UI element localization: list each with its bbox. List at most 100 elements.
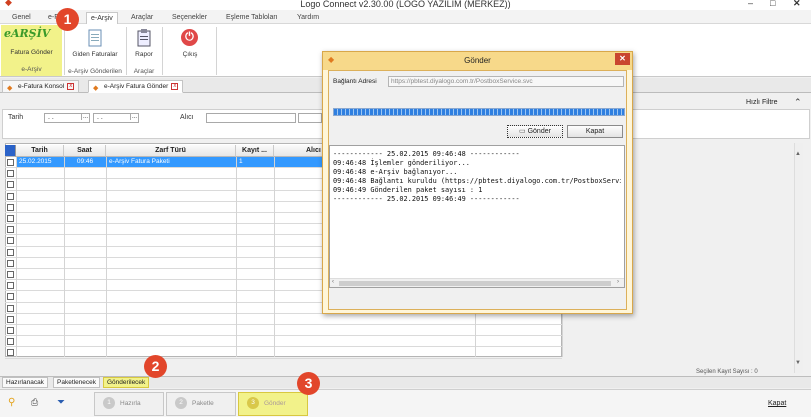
fatura-gonder-label: Fatura Gönder [10, 49, 53, 56]
collapse-icon[interactable]: ⌃ [794, 97, 802, 108]
rapor-label: Rapor [135, 51, 153, 58]
scroll-right-icon[interactable]: › [617, 279, 619, 285]
column-header-kayit[interactable]: Kayıt ... [236, 145, 274, 157]
maximize-icon[interactable]: □ [770, 0, 775, 8]
date-picker-icon[interactable]: ... [80, 114, 88, 120]
filter-alici-label: Alıcı [180, 114, 194, 121]
hazirla-label: Hazırla [120, 400, 141, 407]
tab-gonderilecek[interactable]: Gönderilecek [103, 377, 150, 388]
document-icon [88, 29, 102, 47]
rapor-button[interactable]: Rapor [128, 25, 160, 68]
dialog-title-bar: ◆ Gönder ✕ [323, 52, 632, 70]
row-checkbox[interactable] [7, 293, 14, 301]
paketle-button[interactable]: 2 Paketle [166, 392, 236, 416]
row-checkbox[interactable] [7, 282, 14, 290]
row-checkbox[interactable] [7, 192, 14, 200]
url-field[interactable]: https://pbtest.diyalogo.com.tr/PostboxSe… [388, 76, 624, 87]
row-checkbox[interactable] [7, 349, 14, 357]
row-checkbox[interactable] [7, 248, 14, 256]
group-earsiv-label: e-Arşiv [21, 66, 42, 73]
dialog-close-icon[interactable]: ✕ [615, 53, 630, 65]
row-divider [5, 357, 562, 359]
scroll-up-icon[interactable]: ▲ [795, 151, 801, 157]
menu-tab-araclar[interactable]: Araçlar [127, 12, 157, 24]
hizli-filtre-label[interactable]: Hızlı Filtre [746, 99, 778, 106]
date-picker-icon[interactable]: ... [129, 114, 137, 120]
horizontal-scrollbar[interactable]: ‹ › [330, 278, 624, 287]
menu-tab-genel[interactable]: Genel [8, 12, 35, 24]
app-icon: ◆ [5, 0, 12, 7]
print-icon[interactable]: ⎙ [31, 397, 38, 408]
row-checkbox[interactable] [7, 203, 14, 211]
report-icon [137, 29, 151, 47]
column-divider [106, 157, 107, 357]
tab-hazirlanacak[interactable]: Hazırlanacak [2, 377, 48, 388]
column-header-saat[interactable]: Saat [64, 145, 106, 157]
row-checkbox[interactable] [7, 181, 14, 189]
row-checkbox[interactable] [7, 338, 14, 346]
column-divider [64, 157, 65, 357]
tab-efatura-konsol[interactable]: ◆ e-Fatura Konsol x [2, 80, 80, 93]
send-icon: ▭ [519, 128, 528, 135]
filter-date-start[interactable]: . .... [44, 113, 90, 123]
row-divider [5, 324, 562, 325]
row-checkbox[interactable] [7, 271, 14, 278]
row-checkbox[interactable] [7, 327, 14, 334]
menu-tab-secenekler[interactable]: Seçenekler [168, 12, 211, 24]
filter-icon[interactable]: ⏷ [57, 397, 65, 408]
kapat-button[interactable]: Kapat [567, 125, 623, 138]
callout-badge: 2 [144, 355, 167, 378]
cikis-label: Çıkış [182, 51, 198, 58]
tab-icon: ◆ [7, 85, 13, 92]
filter-extra-input[interactable] [298, 113, 322, 123]
column-header-tarih[interactable]: Tarih [16, 145, 64, 157]
row-checkbox[interactable] [7, 226, 14, 234]
menu-tab-earsiv[interactable]: e-Arşiv [86, 12, 118, 24]
row-checkbox[interactable] [7, 315, 14, 323]
cikis-button[interactable]: ⏻ Çıkış [166, 25, 214, 68]
row-checkbox[interactable] [7, 237, 14, 245]
tab-paketlenecek[interactable]: Paketlenecek [53, 377, 101, 388]
selected-count: Seçilen Kayıt Sayısı : 0 [696, 369, 758, 375]
gonder-button-label: Gönder [527, 128, 551, 135]
menu-bar [0, 10, 811, 24]
minimize-icon[interactable]: – [748, 0, 753, 8]
log-line: ------------ 25.02.2015 09:46:49 -------… [333, 195, 520, 203]
select-all-checkbox[interactable] [5, 145, 16, 157]
menu-tab-yardim[interactable]: Yardım [293, 12, 323, 24]
tab-earsiv-fatura-gonder[interactable]: ◆ e-Arşiv Fatura Gönder x [88, 80, 184, 93]
hazirla-button[interactable]: 1 Hazırla [94, 392, 164, 416]
close-tab-icon[interactable]: x [171, 82, 179, 90]
row-checkbox[interactable] [7, 259, 14, 267]
paketle-label: Paketle [192, 400, 214, 407]
column-header-zarf-turu[interactable]: Zarf Türü [106, 145, 236, 157]
vertical-scrollbar[interactable] [794, 143, 803, 373]
tab-label: e-Fatura Konsol [18, 83, 65, 90]
cell-zarf-turu: e-Arşiv Fatura Paketi [109, 158, 170, 165]
scroll-thumb[interactable] [339, 281, 611, 286]
row-checkbox[interactable] [7, 304, 14, 312]
cell-saat: 09:46 [76, 158, 94, 165]
scroll-left-icon[interactable]: ‹ [332, 279, 334, 285]
menu-tab-esleme[interactable]: Eşleme Tabloları [222, 12, 282, 24]
fatura-gonder-button[interactable]: eARŞİV Fatura Gönder e-Arşiv [1, 25, 62, 76]
kapat-footer-button[interactable]: Kapat [768, 400, 786, 407]
row-checkbox[interactable] [7, 215, 14, 222]
tab-icon: ◆ [93, 85, 99, 92]
step-number: 2 [175, 397, 187, 410]
column-divider [274, 157, 275, 357]
row-checkbox[interactable] [7, 170, 14, 178]
gonder-button[interactable]: ▭ Gönder [507, 125, 563, 138]
scroll-down-icon[interactable]: ▼ [795, 360, 801, 366]
log-line: 09:46:49 Gönderilen paket sayısı : 1 [333, 186, 483, 194]
search-icon[interactable]: ⚲ [8, 397, 15, 408]
ribbon-divider [162, 27, 163, 75]
ribbon-divider [216, 27, 217, 75]
close-icon[interactable]: ✕ [793, 0, 801, 9]
filter-date-end[interactable]: . .... [93, 113, 139, 123]
giden-faturalar-button[interactable]: Giden Faturalar [66, 25, 124, 68]
filter-alici-input[interactable] [206, 113, 296, 123]
gonder-step-button[interactable]: 3 Gönder [238, 392, 308, 416]
close-tab-icon[interactable]: x [67, 82, 75, 90]
row-checkbox[interactable] [7, 159, 14, 166]
